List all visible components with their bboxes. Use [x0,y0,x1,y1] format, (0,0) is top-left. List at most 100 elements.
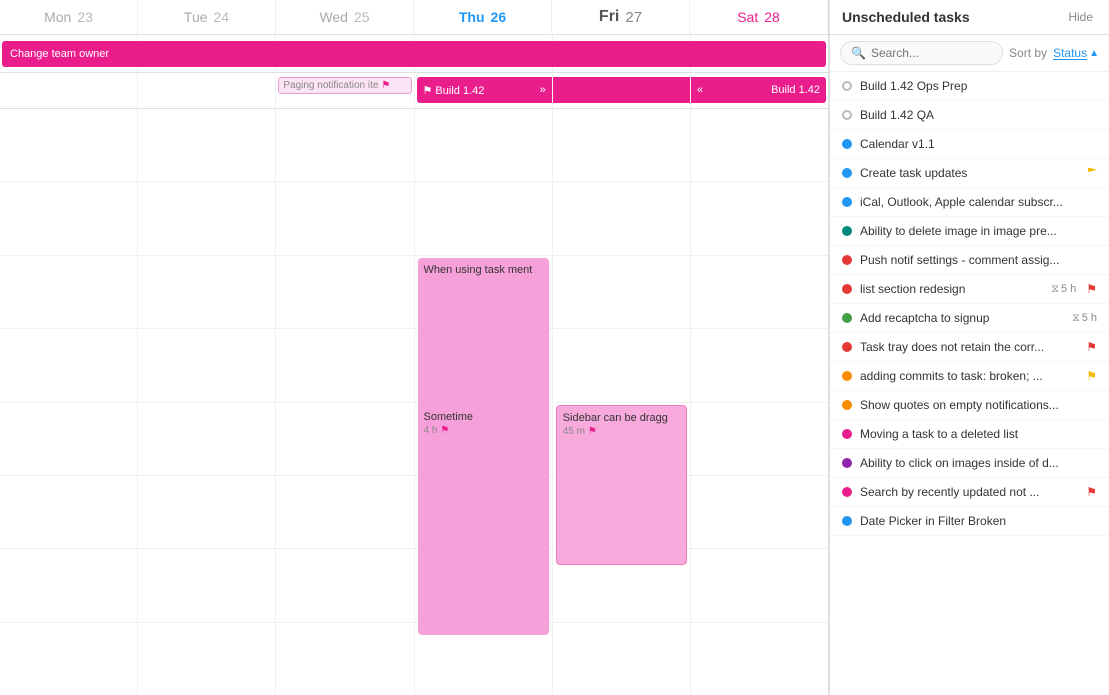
cell-wed-r4 [276,329,414,401]
task-text-6: Ability to delete image in image pre... [860,224,1097,238]
task-dot-5 [842,197,852,207]
build-fri-span [553,77,690,103]
task-text-10: Task tray does not retain the corr... [860,340,1076,354]
sort-label: Sort by [1009,46,1047,60]
app-container: Mon 23 Tue 24 Wed 25 Thu 26 Fri 27 Sat 2… [0,0,1109,695]
cell-thu-r1 [415,109,553,181]
task-dot-14 [842,458,852,468]
time-row-2 [0,182,828,255]
day-header-fri: Fri 27 [552,0,690,34]
task-item-2[interactable]: Build 1.42 QA [830,101,1109,130]
calendar-section: Mon 23 Tue 24 Wed 25 Thu 26 Fri 27 Sat 2… [0,0,829,695]
build-row: Paging notification ite ⚑ ⚑ Build 1.42 »… [0,73,828,109]
task-dot-16 [842,516,852,526]
task-flag-4: ⚑ [1088,168,1097,179]
build-cell-thu: ⚑ Build 1.42 » [415,73,553,108]
change-team-owner-event[interactable]: Change team owner [2,41,826,67]
cell-thu-r2 [415,182,553,254]
sidebar-flag: ⚑ [588,426,597,437]
task-text-9: Add recaptcha to signup [860,311,1064,325]
paging-notification-text: Paging notification ite [283,80,378,91]
task-item-5[interactable]: iCal, Outlook, Apple calendar subscr... [830,188,1109,217]
task-item-3[interactable]: Calendar v1.1 [830,130,1109,159]
hide-button[interactable]: Hide [1064,8,1097,26]
cell-thu-r5: Sometime 4 h ⚑ [415,403,553,475]
task-item-13[interactable]: Moving a task to a deleted list [830,420,1109,449]
task-badge-8: ⧖ 5 h [1051,283,1076,296]
task-item-7[interactable]: Push notif settings - comment assig... [830,246,1109,275]
sometime-card[interactable]: Sometime 4 h ⚑ [418,405,549,635]
task-flag-8: ⚑ [1086,282,1097,296]
search-input[interactable] [871,46,992,60]
task-item-12[interactable]: Show quotes on empty notifications... [830,391,1109,420]
cell-tue-r6 [138,476,276,548]
search-box: 🔍 [840,41,1003,65]
task-dot-9 [842,313,852,323]
time-row-1 [0,109,828,182]
task-text-2: Build 1.42 QA [860,108,1097,122]
build-thu-arrow: » [540,84,546,96]
time-row-6 [0,476,828,549]
day-name-thu: Thu [459,9,485,25]
task-dot-11 [842,371,852,381]
panel-title: Unscheduled tasks [842,9,970,25]
build-sat-arrow: « [697,84,703,96]
day-name-wed: Wed [319,9,348,25]
task-dot-8 [842,284,852,294]
task-text-5: iCal, Outlook, Apple calendar subscr... [860,195,1097,209]
task-item-16[interactable]: Date Picker in Filter Broken [830,507,1109,536]
time-grid: When using task ment [0,109,828,695]
cell-wed-r6 [276,476,414,548]
task-text-4: Create task updates [860,166,1080,180]
change-team-owner-label: Change team owner [10,48,109,60]
task-item-10[interactable]: Task tray does not retain the corr... ⚑ [830,333,1109,362]
time-row-8 [0,623,828,695]
task-text-8: list section redesign [860,282,1043,296]
task-badge-9: ⧖ 5 h [1072,312,1097,325]
task-list: Build 1.42 Ops Prep Build 1.42 QA Calend… [830,72,1109,695]
cell-tue-r8 [138,623,276,695]
task-item-14[interactable]: Ability to click on images inside of d..… [830,449,1109,478]
task-item-1[interactable]: Build 1.42 Ops Prep [830,72,1109,101]
build-cell-sat: « Build 1.42 [691,73,828,108]
task-item-6[interactable]: Ability to delete image in image pre... [830,217,1109,246]
search-sort-row: 🔍 Sort by Status ▲ [830,35,1109,72]
task-flag-15: ⚑ [1086,485,1097,499]
build-sat-event[interactable]: « Build 1.42 [691,77,826,103]
task-flag-11: ⚑ [1086,369,1097,383]
task-item-4[interactable]: Create task updates ⚑ [830,159,1109,188]
paging-flag: ⚑ [381,80,390,91]
day-num-wed: 25 [354,9,370,25]
task-dot-2 [842,110,852,120]
task-item-8[interactable]: list section redesign ⧖ 5 h ⚑ [830,275,1109,304]
task-dot-4 [842,168,852,178]
day-header-mon: Mon 23 [0,0,138,34]
cell-tue-r7 [138,549,276,621]
cell-mon-r4 [0,329,138,401]
cell-sat-r8 [691,623,828,695]
task-flag-10: ⚑ [1086,340,1097,354]
when-using-task-title: When using task ment [424,264,543,276]
cell-sat-r6 [691,476,828,548]
task-text-14: Ability to click on images inside of d..… [860,456,1097,470]
paging-notification-card[interactable]: Paging notification ite ⚑ [278,77,411,94]
task-item-9[interactable]: Add recaptcha to signup ⧖ 5 h [830,304,1109,333]
cell-tue-r2 [138,182,276,254]
build-thu-event[interactable]: ⚑ Build 1.42 » [417,77,552,103]
sort-value[interactable]: Status ▲ [1053,46,1099,60]
time-row-3: When using task ment [0,256,828,329]
sidebar-drag-card[interactable]: Sidebar can be dragg 45 m ⚑ [556,405,687,565]
calendar-header: Mon 23 Tue 24 Wed 25 Thu 26 Fri 27 Sat 2… [0,0,828,35]
task-dot-13 [842,429,852,439]
allday-row: Change team owner [0,35,828,73]
cell-sat-r2 [691,182,828,254]
cell-fri-r8 [553,623,691,695]
cell-sat-r7 [691,549,828,621]
cell-sat-r3 [691,256,828,328]
task-dot-1 [842,81,852,91]
task-item-15[interactable]: Search by recently updated not ... ⚑ [830,478,1109,507]
task-dot-12 [842,400,852,410]
task-text-15: Search by recently updated not ... [860,485,1076,499]
sidebar-drag-meta: 45 m ⚑ [563,426,680,437]
task-item-11[interactable]: adding commits to task: broken; ... ⚑ [830,362,1109,391]
